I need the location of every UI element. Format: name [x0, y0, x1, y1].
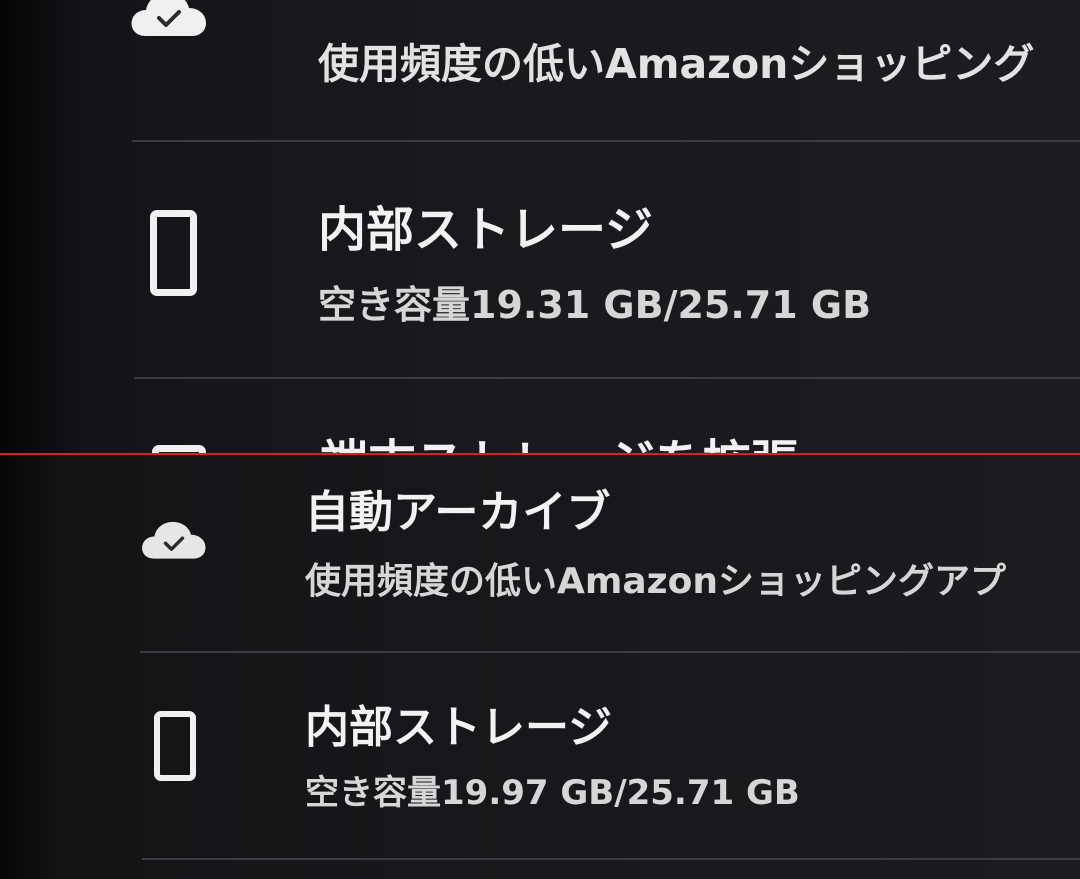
separator — [142, 858, 1080, 860]
auto-archive-description: 使用頻度の低いAmazonショッピングアプ — [305, 561, 1006, 602]
expand-storage-row[interactable]: 端末ストレージを拡張 — [0, 379, 1080, 454]
internal-storage-row[interactable]: 内部ストレージ 空き容量19.31 GB/25.71 GB — [0, 142, 1080, 378]
tablet-device-icon — [154, 711, 196, 781]
internal-storage-title: 内部ストレージ — [318, 202, 654, 258]
tablet-device-icon — [150, 210, 197, 296]
auto-archive-row[interactable]: 使用頻度の低いAmazonショッピング — [0, 0, 1080, 142]
internal-storage-title: 内部ストレージ — [305, 702, 613, 753]
top-capture-panel: 使用頻度の低いAmazonショッピング 内部ストレージ 空き容量19.31 GB… — [0, 0, 1080, 454]
auto-archive-title: 自動アーカイブ — [305, 487, 611, 538]
bottom-capture-panel: 自動アーカイブ 使用頻度の低いAmazonショッピングアプ 内部ストレージ 空き… — [0, 456, 1080, 879]
auto-archive-row[interactable]: 自動アーカイブ 使用頻度の低いAmazonショッピングアプ — [0, 456, 1080, 648]
auto-archive-description: 使用頻度の低いAmazonショッピング — [318, 40, 1035, 88]
internal-storage-free-space: 空き容量19.31 GB/25.71 GB — [318, 283, 872, 327]
internal-storage-row[interactable]: 内部ストレージ 空き容量19.97 GB/25.71 GB — [0, 653, 1080, 859]
cloud-check-icon — [138, 516, 210, 562]
cloud-check-icon — [128, 0, 210, 40]
expand-storage-title: 端末ストレージを拡張 — [320, 423, 799, 454]
capture-divider — [0, 453, 1080, 455]
internal-storage-free-space: 空き容量19.97 GB/25.71 GB — [305, 773, 800, 813]
